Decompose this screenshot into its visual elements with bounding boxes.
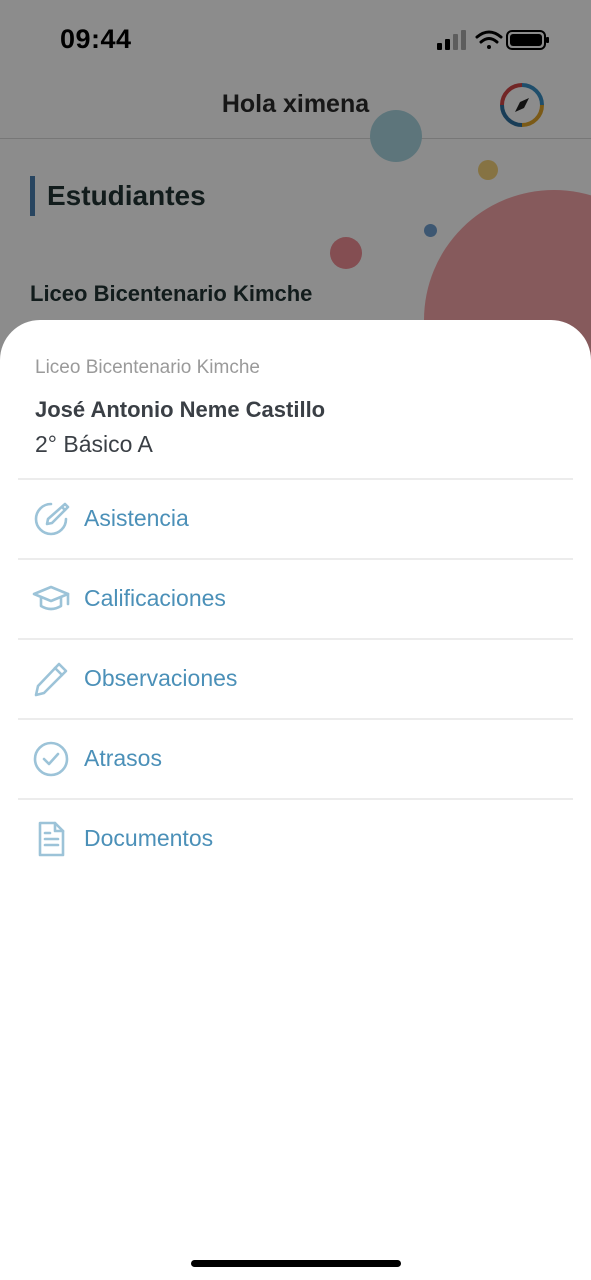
check-circle-icon [33,741,69,777]
menu-item-asistencia[interactable]: Asistencia [18,478,573,558]
graduation-cap-icon [32,585,70,611]
menu-item-label: Calificaciones [84,585,226,611]
document-icon [38,821,65,857]
menu-item-label: Asistencia [84,505,189,531]
menu-item-observaciones[interactable]: Observaciones [18,638,573,718]
student-grade: 2° Básico A [35,431,153,457]
menu-item-label: Atrasos [84,745,162,771]
student-bottom-sheet: Liceo Bicentenario Kimche José Antonio N… [0,320,591,1280]
menu-item-documentos[interactable]: Documentos [18,798,573,878]
student-menu: Asistencia Calificaciones Observaciones … [18,478,573,878]
pencil-circle-icon [34,502,70,536]
menu-item-atrasos[interactable]: Atrasos [18,718,573,798]
home-indicator[interactable] [191,1260,401,1267]
menu-item-label: Documentos [84,825,214,851]
menu-item-calificaciones[interactable]: Calificaciones [18,558,573,638]
menu-item-label: Observaciones [84,665,238,691]
pencil-icon [34,662,68,697]
sheet-school-name: Liceo Bicentenario Kimche [35,357,260,378]
student-name: José Antonio Neme Castillo [35,397,326,422]
